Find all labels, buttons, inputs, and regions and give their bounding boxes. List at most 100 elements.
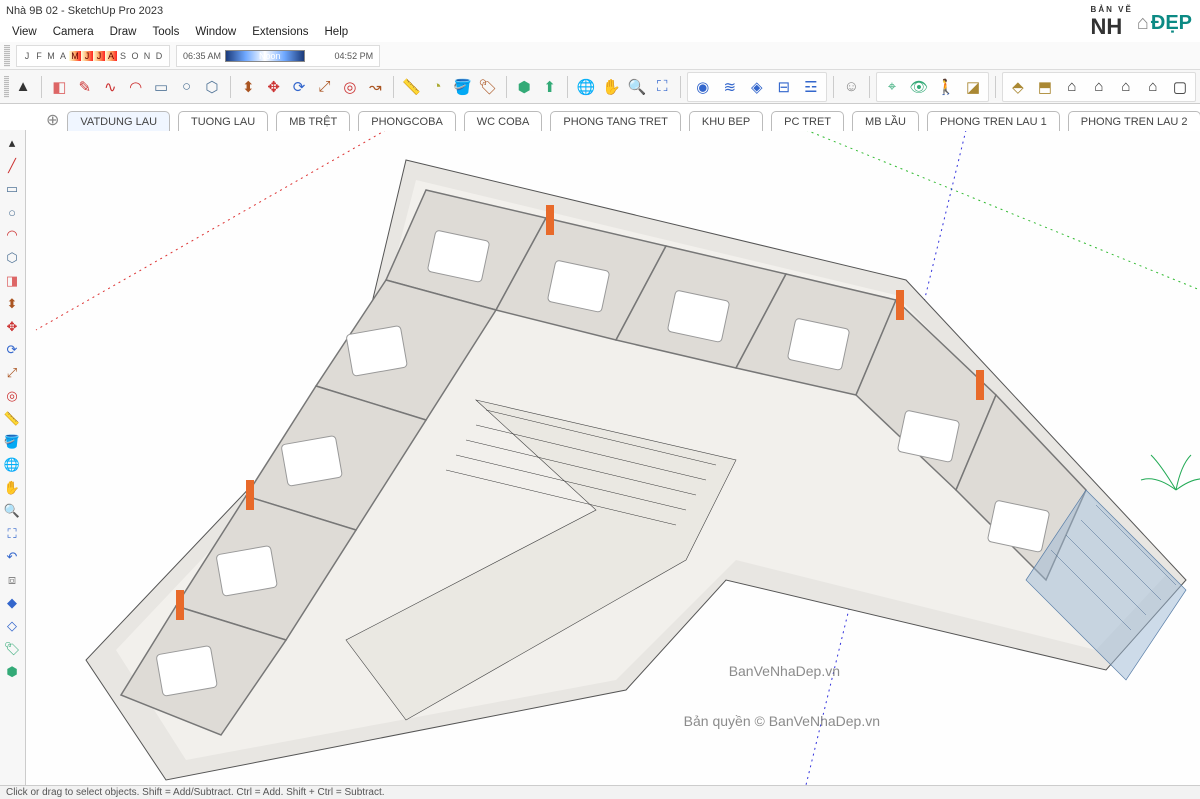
rect-tool-icon[interactable]: ▭ [149, 74, 172, 100]
pushpull-icon[interactable]: ⬍ [237, 74, 260, 100]
lt-line-icon[interactable]: ╱ [1, 155, 23, 177]
3dwarehouse-icon[interactable]: ⬢ [513, 74, 536, 100]
menu-window[interactable]: Window [187, 24, 244, 40]
freehand-icon[interactable]: ∿ [99, 74, 122, 100]
scene-tab[interactable]: PHONG TREN LAU 2 [1068, 111, 1200, 131]
lt-eraser-icon[interactable]: ◨ [1, 270, 23, 292]
add-scene-button[interactable]: ⊕ [46, 110, 59, 130]
rotate-tool-icon[interactable]: ⟳ [287, 74, 310, 100]
separator [230, 76, 231, 98]
followme-icon[interactable]: ↝ [364, 74, 387, 100]
lt-blue1-icon[interactable]: ◆ [1, 592, 23, 614]
style2-icon[interactable]: ≋ [717, 74, 743, 100]
eraser-tool-icon[interactable]: ◧ [48, 74, 71, 100]
walk-icon[interactable]: 🚶 [933, 74, 959, 100]
position-cam-icon[interactable]: ⌖ [879, 74, 905, 100]
tag-icon[interactable]: 🏷 [476, 74, 499, 100]
lt-scale-icon[interactable]: ⤢ [1, 362, 23, 384]
lt-offset-icon[interactable]: ◎ [1, 385, 23, 407]
lt-orbit-icon[interactable]: 🌐 [1, 454, 23, 476]
model-canvas [26, 130, 1200, 785]
menu-help[interactable]: Help [317, 24, 357, 40]
scene-tab[interactable]: TUONG LAU [178, 111, 268, 131]
lt-pushpull-icon[interactable]: ⬍ [1, 293, 23, 315]
protractor-icon[interactable]: ◔ [425, 74, 448, 100]
style1-icon[interactable]: ◉ [690, 74, 716, 100]
menu-view[interactable]: View [4, 24, 45, 40]
camera-group: ⌖ 👁 🚶 ◪ [876, 72, 989, 102]
lt-pointer-icon[interactable]: ▴ [1, 132, 23, 154]
lt-tape-icon[interactable]: 📏 [1, 408, 23, 430]
scale-tool-icon[interactable]: ⤢ [313, 74, 336, 100]
right-icon[interactable]: ⌂ [1086, 74, 1112, 100]
person-icon[interactable]: ☺ [840, 74, 863, 100]
drag-handle-icon[interactable] [4, 76, 9, 98]
lt-polygon-icon[interactable]: ⬡ [1, 247, 23, 269]
solid1-icon[interactable]: ◪ [960, 74, 986, 100]
menu-extensions[interactable]: Extensions [244, 24, 316, 40]
menu-camera[interactable]: Camera [45, 24, 102, 40]
menu-tools[interactable]: Tools [144, 24, 187, 40]
lt-shell-icon[interactable]: ⬢ [1, 661, 23, 683]
scene-tab[interactable]: PHONGCOBA [358, 111, 456, 131]
style4-icon[interactable]: ⊟ [771, 74, 797, 100]
views-group: ⬘ ⬒ ⌂ ⌂ ⌂ ⌂ ▢ [1002, 72, 1196, 102]
scene-tab[interactable]: PHONG TANG TRET [550, 111, 681, 131]
scene-tab[interactable]: WC COBA [464, 111, 543, 131]
style5-icon[interactable]: ☲ [798, 74, 824, 100]
scene-tab[interactable]: PC TRET [771, 111, 844, 131]
separator [506, 76, 507, 98]
lt-zoom-icon[interactable]: 🔍 [1, 500, 23, 522]
lt-move-icon[interactable]: ✥ [1, 316, 23, 338]
main-toolbar: ▲ ◧ ✎ ∿ ◠ ▭ ○ ⬡ ⬍ ✥ ⟳ ⤢ ◎ ↝ 📏 ◔ 🪣 🏷 ⬢ ⬆ … [0, 70, 1200, 104]
scene-tab[interactable]: VATDUNG LAU [67, 111, 170, 131]
shadow-month-slider[interactable]: JFM AMJ JAS OND [16, 45, 170, 67]
tape-tool-icon[interactable]: 📏 [400, 74, 423, 100]
front-icon[interactable]: ⌂ [1059, 74, 1085, 100]
back-icon[interactable]: ⌂ [1113, 74, 1139, 100]
drag-handle-icon[interactable] [4, 45, 10, 67]
top-icon[interactable]: ⬒ [1032, 74, 1058, 100]
lt-prev-icon[interactable]: ↶ [1, 546, 23, 568]
arc-tool-icon[interactable]: ◠ [124, 74, 147, 100]
shadow-time-slider[interactable]: 06:35 AM Noon 04:52 PM [176, 45, 380, 67]
separator [995, 76, 996, 98]
separator [393, 76, 394, 98]
pencil-tool-icon[interactable]: ✎ [73, 74, 96, 100]
lt-tag-icon[interactable]: 🏷 [1, 638, 23, 660]
scene-tab[interactable]: PHONG TREN LAU 1 [927, 111, 1060, 131]
scene-tab[interactable]: MB TRỆT [276, 111, 350, 131]
polygon-tool-icon[interactable]: ⬡ [200, 74, 223, 100]
lt-rect-icon[interactable]: ▭ [1, 178, 23, 200]
zoom-extents-icon[interactable]: ⛶ [651, 74, 674, 100]
select-tool-icon[interactable]: ▲ [11, 74, 34, 100]
iso-icon[interactable]: ⬘ [1005, 74, 1031, 100]
offset-tool-icon[interactable]: ◎ [338, 74, 361, 100]
circle-tool-icon[interactable]: ○ [175, 74, 198, 100]
lt-blue2-icon[interactable]: ◇ [1, 615, 23, 637]
scene-tab[interactable]: KHU BEP [689, 111, 763, 131]
title-bar: Nhà 9B 02 - SketchUp Pro 2023 [0, 0, 1200, 22]
pan-icon[interactable]: ✋ [600, 74, 623, 100]
lt-arc-icon[interactable]: ◠ [1, 224, 23, 246]
paint-icon[interactable]: 🪣 [451, 74, 474, 100]
left-toolbar: ▴ ╱ ▭ ○ ◠ ⬡ ◨ ⬍ ✥ ⟳ ⤢ ◎ 📏 🪣 🌐 ✋ 🔍 ⛶ ↶ ⧈ … [0, 130, 26, 785]
orbit-icon[interactable]: 🌐 [574, 74, 597, 100]
style3-icon[interactable]: ◈ [744, 74, 770, 100]
lt-paint-icon[interactable]: 🪣 [1, 431, 23, 453]
zoom-icon[interactable]: 🔍 [625, 74, 648, 100]
menu-draw[interactable]: Draw [102, 24, 145, 40]
lt-pan-icon[interactable]: ✋ [1, 477, 23, 499]
scene-tab[interactable]: MB LẦU [852, 111, 919, 131]
look-around-icon[interactable]: 👁 [906, 74, 932, 100]
status-bar: Click or drag to select objects. Shift =… [0, 785, 1200, 799]
wire-icon[interactable]: ▢ [1167, 74, 1193, 100]
viewport-3d[interactable] [26, 130, 1200, 785]
left-icon[interactable]: ⌂ [1140, 74, 1166, 100]
upload-icon[interactable]: ⬆ [538, 74, 561, 100]
lt-section-icon[interactable]: ⧈ [1, 569, 23, 591]
lt-circle-icon[interactable]: ○ [1, 201, 23, 223]
lt-extents-icon[interactable]: ⛶ [1, 523, 23, 545]
move-tool-icon[interactable]: ✥ [262, 74, 285, 100]
lt-rotate-icon[interactable]: ⟳ [1, 339, 23, 361]
